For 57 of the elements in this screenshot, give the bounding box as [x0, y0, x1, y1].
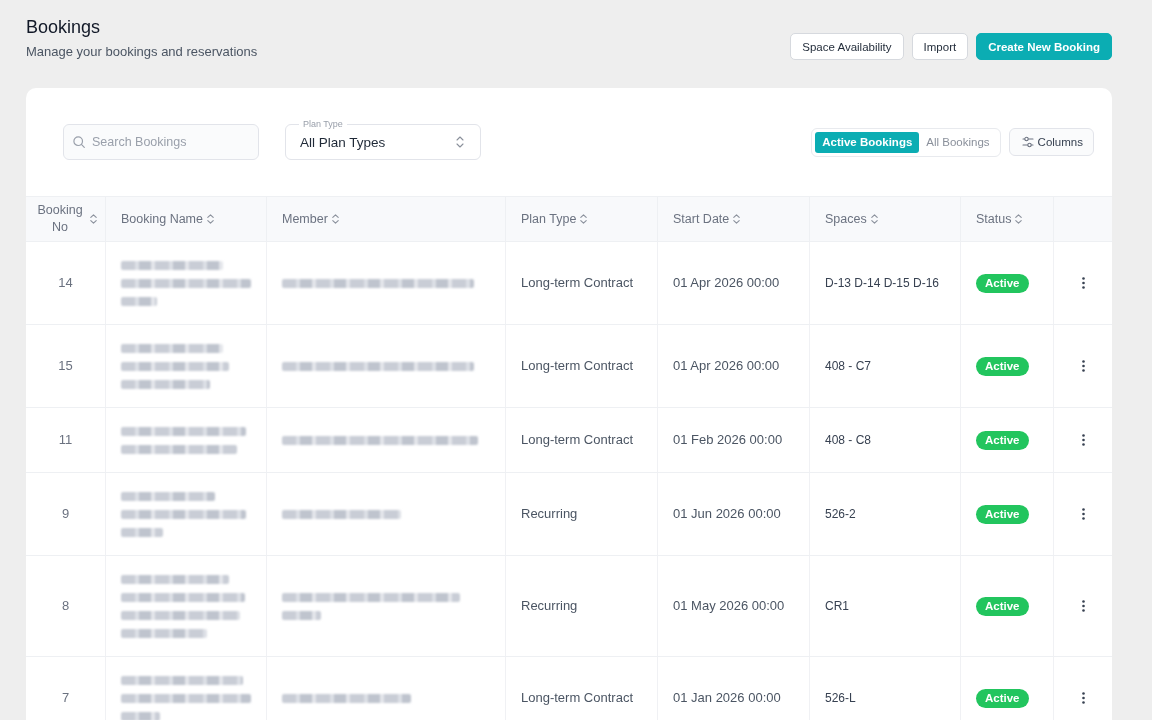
table-cell: 7 [26, 657, 106, 720]
table-cell: Long-term Contract [506, 408, 658, 472]
table-cell: 11 [26, 408, 106, 472]
sort-icon[interactable] [331, 214, 339, 224]
table-cell: 01 Jan 2026 00:00 [658, 657, 810, 720]
status-badge: Active [976, 430, 1029, 450]
view-tab[interactable]: All Bookings [919, 131, 997, 153]
table-cell: 408 - C8 [810, 408, 961, 472]
status-badge: Active [976, 688, 1029, 708]
column-header[interactable]: Plan Type [506, 197, 658, 241]
column-header[interactable]: Status [961, 197, 1054, 241]
sort-icon[interactable] [580, 214, 588, 224]
column-header[interactable]: Start Date [658, 197, 810, 241]
chevrons-icon [456, 136, 464, 148]
page-subtitle: Manage your bookings and reservations [26, 44, 258, 60]
search-icon [73, 136, 85, 148]
sort-icon[interactable] [1015, 214, 1023, 224]
table-cell: Recurring [506, 473, 658, 555]
sort-icon[interactable] [733, 214, 741, 224]
table-cell: 9 [26, 473, 106, 555]
sort-icon[interactable] [870, 214, 878, 224]
table-cell: 01 Apr 2026 00:00 [658, 325, 810, 407]
table-cell: CR1 [810, 556, 961, 656]
table-cell: Long-term Contract [506, 325, 658, 407]
table-cell: D-13 D-14 D-15 D-16 [810, 242, 961, 324]
table-cell: 01 Jun 2026 00:00 [658, 473, 810, 555]
column-header[interactable]: Booking No [26, 197, 106, 241]
table-cell: 15 [26, 325, 106, 407]
table-cell: Recurring [506, 556, 658, 656]
create-button[interactable]: Create New Booking [976, 33, 1112, 60]
table-cell: 408 - C7 [810, 325, 961, 407]
status-badge: Active [976, 273, 1029, 293]
column-header[interactable]: Member [267, 197, 506, 241]
sort-icon[interactable] [90, 214, 97, 224]
table-cell: 526-L [810, 657, 961, 720]
status-badge: Active [976, 504, 1029, 524]
table-cell: Long-term Contract [506, 657, 658, 720]
field-label: Plan Type [299, 119, 347, 130]
status-badge: Active [976, 356, 1029, 376]
view-tab[interactable]: Active Bookings [815, 131, 920, 153]
table-cell: 526-2 [810, 473, 961, 555]
table-cell: 01 May 2026 00:00 [658, 556, 810, 656]
table-cell: Long-term Contract [506, 242, 658, 324]
action-button[interactable]: Import [911, 33, 969, 60]
table-cell: 14 [26, 242, 106, 324]
action-button[interactable]: Space Availability [790, 33, 904, 60]
column-header[interactable]: Booking Name [106, 197, 267, 241]
column-header[interactable]: Spaces [810, 197, 961, 241]
table-cell: 01 Apr 2026 00:00 [658, 242, 810, 324]
page-title: Bookings [26, 16, 102, 38]
table-cell: 8 [26, 556, 106, 656]
sliders-icon [1021, 136, 1034, 148]
table-cell: 01 Feb 2026 00:00 [658, 408, 810, 472]
sort-icon[interactable] [207, 214, 214, 224]
columns-button[interactable]: Columns [1008, 128, 1094, 156]
status-badge: Active [976, 596, 1029, 616]
search-field[interactable]: Search Bookings [63, 124, 259, 160]
